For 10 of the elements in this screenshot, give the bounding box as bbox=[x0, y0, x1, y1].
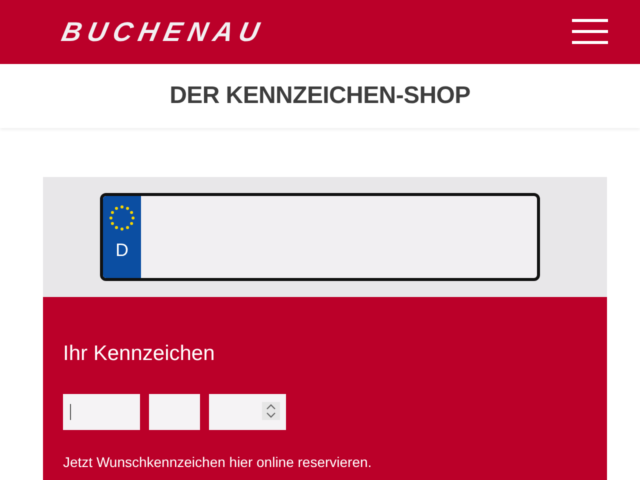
country-code: D bbox=[116, 240, 128, 261]
logo[interactable]: BUCHENAU bbox=[58, 16, 268, 48]
info-text: Jetzt Wunschkennzeichen hier online reservieren. bbox=[63, 454, 373, 470]
page-title: DER KENNZEICHEN-SHOP bbox=[170, 82, 470, 110]
menu-icon[interactable] bbox=[572, 19, 608, 45]
input-field[interactable] bbox=[63, 394, 140, 430]
form-heading: Ihr Kennzeichen bbox=[63, 342, 216, 366]
input-field[interactable] bbox=[149, 394, 200, 430]
number-field[interactable] bbox=[209, 394, 286, 430]
spinner-icon[interactable] bbox=[262, 402, 280, 420]
